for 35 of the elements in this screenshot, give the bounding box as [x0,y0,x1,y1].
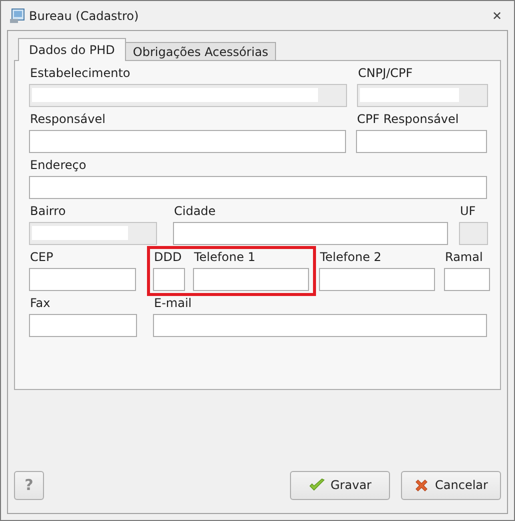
field-label: Telefone 1 [193,251,256,264]
tab[interactable]: Dados do PHD [18,38,126,61]
field-label: Ramal [444,251,484,264]
field-label: Fax [29,297,52,310]
input-field[interactable] [319,268,435,291]
input-field[interactable] [444,268,490,291]
field-label: E-mail [153,297,193,310]
cancel-button[interactable]: Cancelar [401,470,501,500]
field-label: DDD [153,251,183,264]
cross-icon [414,478,430,492]
field-label: Bairro [29,205,67,218]
input-field[interactable] [29,268,136,291]
tab[interactable]: Obrigações Acessórias [124,42,276,61]
field-label: Telefone 2 [319,251,382,264]
input-field[interactable] [29,130,346,153]
field-label: UF [459,205,477,218]
field-label: Responsável [29,113,106,126]
check-icon [308,478,324,492]
app-icon [9,8,25,24]
save-button[interactable]: Gravar [290,470,390,500]
input-field[interactable] [173,222,448,245]
field-label: CEP [29,251,54,264]
input-field[interactable] [356,130,487,153]
field-label: Endereço [29,159,88,172]
field-label: CPF Responsável [356,113,460,126]
field-label: Estabelecimento [29,67,132,80]
field-label: Cidade [173,205,217,218]
window-title: Bureau (Cadastro) [29,8,140,22]
input-field[interactable] [29,176,487,199]
close-button[interactable]: ✕ [488,8,506,22]
input-field[interactable] [29,314,137,337]
input-field[interactable] [153,314,487,337]
field-label: CNPJ/CPF [357,67,414,80]
input-field[interactable] [193,268,309,291]
input-field[interactable] [153,268,185,291]
